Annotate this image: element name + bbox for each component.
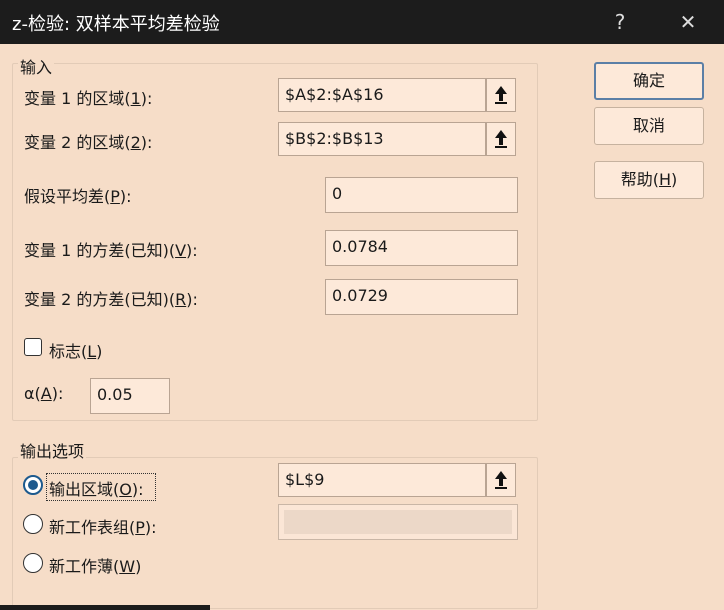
input-group-label: 输入 (18, 54, 55, 78)
new-workbook-label[interactable]: 新工作薄(W) (49, 553, 141, 577)
help-question-icon[interactable]: ? (600, 6, 640, 38)
new-sheet-input[interactable] (278, 504, 518, 540)
mean-diff-input[interactable]: 0 (325, 177, 518, 213)
collapse-dialog-arrow-icon (495, 86, 507, 104)
labels-checkbox-label[interactable]: 标志(L) (49, 338, 102, 362)
var2-range-input[interactable]: $B$2:$B$13 (278, 122, 486, 156)
var2-range-label: 变量 2 的区域(2): (24, 133, 153, 152)
ok-button[interactable]: 确定 (594, 62, 704, 100)
alpha-label: α(A): (24, 384, 64, 403)
new-sheet-radio[interactable] (23, 514, 43, 534)
focus-indicator (46, 473, 156, 501)
cancel-button[interactable]: 取消 (594, 107, 704, 145)
new-sheet-label[interactable]: 新工作表组(P): (49, 514, 157, 538)
var2-variance-label: 变量 2 的方差(已知)(R): (24, 290, 198, 309)
var2-variance-input[interactable]: 0.0729 (325, 279, 518, 315)
collapse-dialog-arrow-icon (495, 130, 507, 148)
output-range-radio[interactable] (23, 475, 43, 495)
var1-range-select-button[interactable] (486, 78, 516, 112)
labels-checkbox[interactable] (24, 338, 42, 356)
var1-range-label: 变量 1 的区域(1): (24, 89, 153, 108)
var1-variance-label: 变量 1 的方差(已知)(V): (24, 241, 198, 260)
dialog-body: 输入 变量 1 的区域(1): $A$2:$A$16 变量 2 的区域(2): … (0, 44, 724, 610)
var1-variance-input[interactable]: 0.0784 (325, 230, 518, 266)
close-icon[interactable]: ✕ (668, 6, 708, 38)
var2-range-select-button[interactable] (486, 122, 516, 156)
mean-diff-label: 假设平均差(P): (24, 187, 132, 206)
dialog-title: z-检验: 双样本平均差检验 (12, 14, 220, 35)
new-workbook-radio[interactable] (23, 553, 43, 573)
taskbar-strip (0, 605, 210, 610)
output-range-input[interactable]: $L$9 (278, 463, 486, 497)
var1-range-input[interactable]: $A$2:$A$16 (278, 78, 486, 112)
output-range-select-button[interactable] (486, 463, 516, 497)
alpha-input[interactable]: 0.05 (90, 378, 170, 414)
output-group-label: 输出选项 (18, 438, 87, 462)
help-button[interactable]: 帮助(H) (594, 161, 704, 199)
title-bar: z-检验: 双样本平均差检验 ? ✕ (0, 0, 724, 44)
new-sheet-input-disabled-fill (284, 510, 512, 534)
collapse-dialog-arrow-icon (495, 471, 507, 489)
